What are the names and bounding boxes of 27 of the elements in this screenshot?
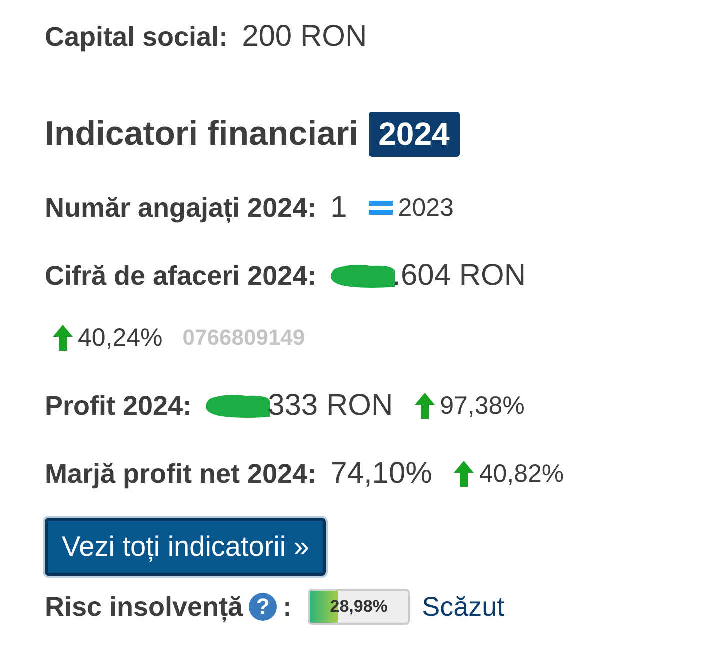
indicator-value: .604 RON	[392, 259, 526, 293]
up-arrow-icon	[53, 325, 73, 351]
indicator-label: Cifră de afaceri 2024:	[45, 260, 317, 292]
indicator-value: 74,10%	[330, 457, 432, 491]
up-arrow-icon	[415, 393, 436, 419]
phone-number: 0766809149	[182, 325, 306, 351]
indicator-label: Marjă profit net 2024:	[45, 458, 317, 490]
trend-value: 40,82%	[479, 460, 564, 488]
up-arrow-icon	[454, 461, 474, 487]
risk-label: Risc insolvență	[45, 592, 244, 622]
indicator-value: 1	[330, 191, 348, 225]
trend-value: 97,38%	[440, 392, 525, 420]
view-all-indicators-button[interactable]: Vezi toți indicatorii »	[45, 518, 326, 576]
redaction-mark	[330, 263, 395, 289]
redaction-mark	[206, 393, 270, 419]
trend-value: 40,24%	[78, 324, 163, 352]
year-badge: 2024	[368, 112, 460, 156]
colon: :	[283, 592, 292, 622]
equal-sign-icon	[369, 200, 394, 216]
indicator-label: Profit 2024:	[45, 390, 192, 422]
trend-value: 2023	[398, 194, 454, 222]
risk-verdict: Scăzut	[422, 592, 505, 622]
capital-value: 200 RON	[242, 20, 368, 54]
indicator-label: Număr angajați 2024:	[45, 192, 317, 224]
capital-label: Capital social:	[45, 22, 228, 52]
section-heading: Indicatori financiari	[45, 114, 359, 154]
help-icon[interactable]: ?	[249, 593, 278, 621]
